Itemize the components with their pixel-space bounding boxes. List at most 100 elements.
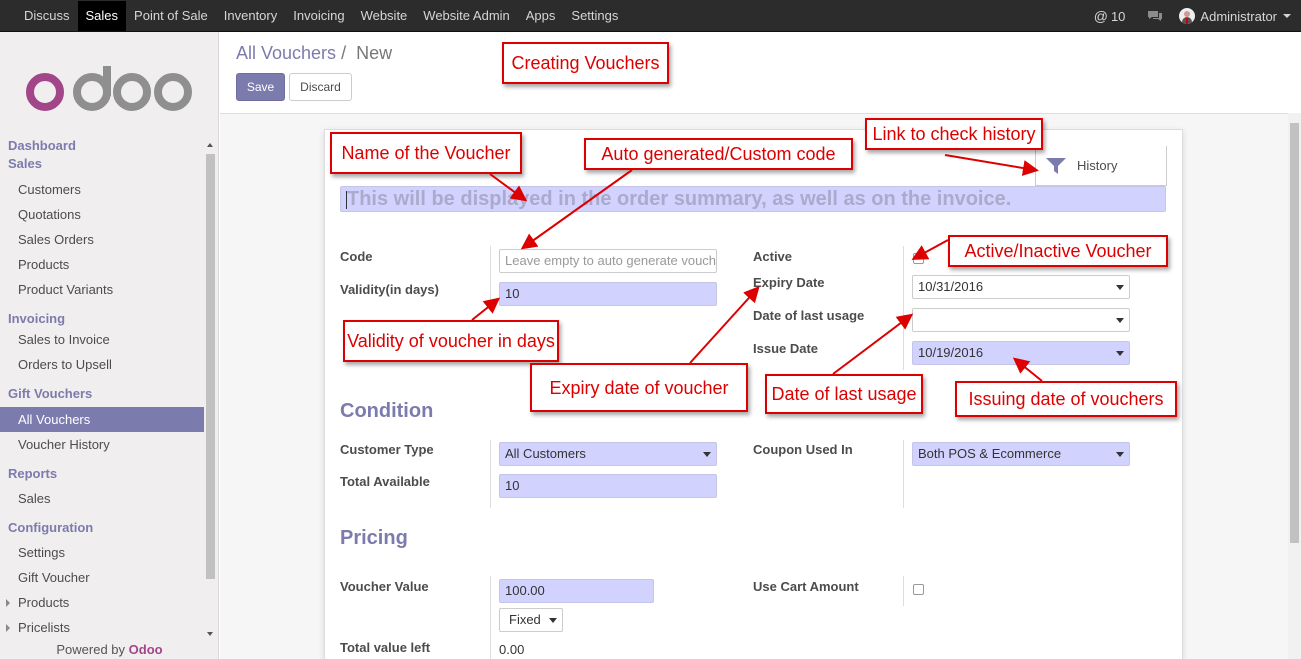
code-input[interactable]: Leave empty to auto generate voucher cod… — [499, 249, 717, 273]
messages-count: 10 — [1110, 8, 1126, 24]
expiry-date-value: 10/31/2016 — [918, 279, 984, 294]
column-divider — [490, 246, 491, 304]
history-button[interactable]: History — [1035, 146, 1167, 186]
caret-right-icon — [6, 624, 10, 632]
save-button[interactable]: Save — [236, 73, 285, 101]
voucher-value-input[interactable]: 100.00 — [499, 579, 654, 603]
issue-date-label: Issue Date — [753, 341, 819, 356]
sidebar-header-sales[interactable]: Sales — [0, 155, 204, 173]
sidebar-item-customers[interactable]: Customers — [0, 177, 204, 202]
scroll-down-arrow-icon[interactable] — [207, 632, 213, 636]
chevron-down-icon — [1116, 318, 1124, 323]
menu-discuss[interactable]: Discuss — [16, 0, 78, 32]
chevron-down-icon — [703, 452, 711, 457]
annotation-code: Auto generated/Custom code — [584, 138, 853, 170]
voucher-name-input[interactable]: This will be displayed in the order summ… — [340, 186, 1166, 212]
sidebar-header-gift-vouchers[interactable]: Gift Vouchers — [0, 377, 204, 407]
breadcrumb-current: New — [356, 43, 393, 63]
menu-website[interactable]: Website — [353, 0, 416, 32]
total-available-input[interactable]: 10 — [499, 474, 717, 498]
sidebar-item-label: Pricelists — [18, 620, 71, 635]
use-cart-checkbox[interactable] — [913, 584, 924, 595]
annotation-expiry: Expiry date of voucher — [530, 363, 748, 412]
breadcrumb: All Vouchers / New — [236, 43, 392, 64]
messages-button[interactable]: @ 10 — [1094, 8, 1126, 24]
last-usage-label: Date of last usage — [753, 308, 865, 323]
sidebar-item-orders-to-upsell[interactable]: Orders to Upsell — [0, 352, 204, 377]
sidebar-header-configuration[interactable]: Configuration — [0, 511, 204, 540]
sidebar-scrollbar[interactable] — [205, 140, 216, 636]
sidebar: Dashboard Sales Customers Quotations Sal… — [0, 32, 219, 659]
breadcrumb-separator: / — [341, 43, 347, 63]
sidebar-header-reports[interactable]: Reports — [0, 457, 204, 486]
sidebar-item-products[interactable]: Products — [0, 252, 204, 277]
column-divider — [903, 246, 904, 370]
total-left-value: 0.00 — [499, 642, 525, 657]
user-menu[interactable]: Administrator — [1179, 8, 1291, 24]
use-cart-label: Use Cart Amount — [753, 579, 859, 594]
voucher-type-value: Fixed — [509, 612, 541, 627]
code-label: Code — [340, 249, 373, 264]
pricing-section-title: Pricing — [340, 527, 408, 549]
sidebar-item-gift-voucher[interactable]: Gift Voucher — [0, 565, 204, 590]
menu-website-admin[interactable]: Website Admin — [415, 0, 517, 32]
customer-type-select[interactable]: All Customers — [499, 442, 717, 466]
odoo-logo — [26, 66, 192, 111]
validity-input[interactable]: 10 — [499, 282, 717, 306]
voucher-type-select[interactable]: Fixed — [499, 608, 563, 632]
chat-icon[interactable] — [1147, 10, 1163, 22]
total-left-label: Total value left — [340, 640, 431, 655]
powered-by-text: Powered by — [56, 642, 126, 657]
condition-section-title: Condition — [340, 400, 434, 422]
sidebar-header-dashboard[interactable]: Dashboard — [0, 137, 204, 155]
voucher-name-placeholder: This will be displayed in the order summ… — [347, 188, 1012, 210]
expiry-label: Expiry Date — [753, 275, 825, 290]
annotation-last-usage: Date of last usage — [765, 374, 923, 414]
check-icon: ✔ — [915, 251, 925, 263]
customer-type-value: All Customers — [505, 446, 586, 461]
main-scrollbar[interactable] — [1288, 113, 1301, 659]
scroll-up-arrow-icon[interactable] — [207, 143, 213, 147]
sidebar-header-invoicing[interactable]: Invoicing — [0, 302, 204, 328]
discard-button[interactable]: Discard — [289, 73, 352, 101]
filter-icon — [1046, 158, 1066, 174]
active-checkbox[interactable]: ✔ — [913, 251, 925, 264]
column-divider — [490, 440, 491, 508]
sidebar-item-label: Products — [18, 595, 70, 610]
text-cursor — [346, 191, 347, 209]
menu-invoicing[interactable]: Invoicing — [285, 0, 352, 32]
sidebar-item-settings[interactable]: Settings — [0, 540, 204, 565]
menu-point-of-sale[interactable]: Point of Sale — [126, 0, 216, 32]
last-usage-date-select[interactable] — [912, 308, 1130, 332]
sidebar-item-quotations[interactable]: Quotations — [0, 202, 204, 227]
menu-apps[interactable]: Apps — [518, 0, 564, 32]
issue-date-select[interactable]: 10/19/2016 — [912, 341, 1130, 365]
coupon-used-select[interactable]: Both POS & Ecommerce — [912, 442, 1130, 466]
sidebar-item-sales-orders[interactable]: Sales Orders — [0, 227, 204, 252]
powered-by-brand[interactable]: Odoo — [129, 642, 163, 657]
total-available-label: Total Available — [340, 474, 430, 489]
sidebar-item-voucher-history[interactable]: Voucher History — [0, 432, 204, 457]
expiry-date-select[interactable]: 10/31/2016 — [912, 275, 1130, 299]
sidebar-item-pricelists[interactable]: Pricelists — [0, 615, 204, 640]
sidebar-item-all-vouchers[interactable]: All Vouchers — [0, 407, 204, 432]
menu-inventory[interactable]: Inventory — [216, 0, 285, 32]
sidebar-item-config-products[interactable]: Products — [0, 590, 204, 615]
sidebar-scroll-thumb[interactable] — [206, 154, 215, 579]
systray: @ 10 Administrator — [1094, 0, 1301, 32]
main-scroll-thumb[interactable] — [1290, 123, 1299, 543]
menu-settings[interactable]: Settings — [563, 0, 626, 32]
chevron-down-icon — [1116, 285, 1124, 290]
sidebar-item-product-variants[interactable]: Product Variants — [0, 277, 204, 302]
voucher-value-label: Voucher Value — [340, 579, 429, 594]
sidebar-item-reports-sales[interactable]: Sales — [0, 486, 204, 511]
annotation-active: Active/Inactive Voucher — [948, 235, 1168, 267]
menu-sales[interactable]: Sales — [77, 1, 127, 31]
breadcrumb-all-vouchers[interactable]: All Vouchers — [236, 43, 336, 63]
powered-by: Powered by Odoo — [0, 642, 219, 657]
sidebar-item-sales-to-invoice[interactable]: Sales to Invoice — [0, 327, 204, 352]
at-icon: @ — [1093, 8, 1108, 24]
annotation-voucher-name: Name of the Voucher — [330, 132, 522, 174]
chevron-down-icon — [549, 618, 557, 623]
active-label: Active — [753, 249, 793, 264]
